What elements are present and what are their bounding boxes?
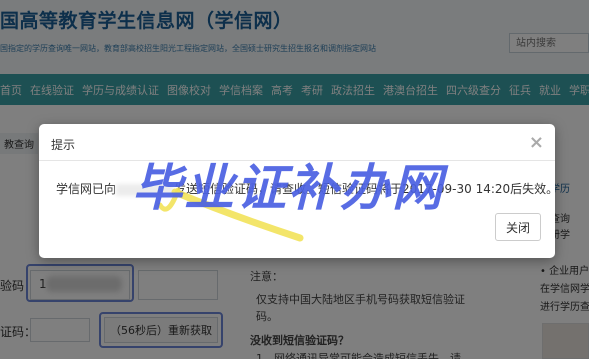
close-icon[interactable]: × (529, 132, 544, 153)
dialog-message: 学信网已向 发送短信验证码，请查收。短信验证码将于2017-09-30 14:20… (56, 180, 558, 197)
prompt-dialog: 提示 × 学信网已向 发送短信验证码，请查收。短信验证码将于2017-09-30 … (39, 124, 558, 258)
message-prefix: 学信网已向 (56, 182, 117, 196)
close-button[interactable]: 关闭 (495, 213, 541, 241)
message-suffix: 发送短信验证码，请查收。短信验证码将于2017-09-30 14:20后失效。 (174, 182, 559, 196)
dialog-header: 提示 × (39, 124, 555, 161)
dialog-title: 提示 (51, 138, 76, 152)
masked-phone (116, 183, 175, 196)
